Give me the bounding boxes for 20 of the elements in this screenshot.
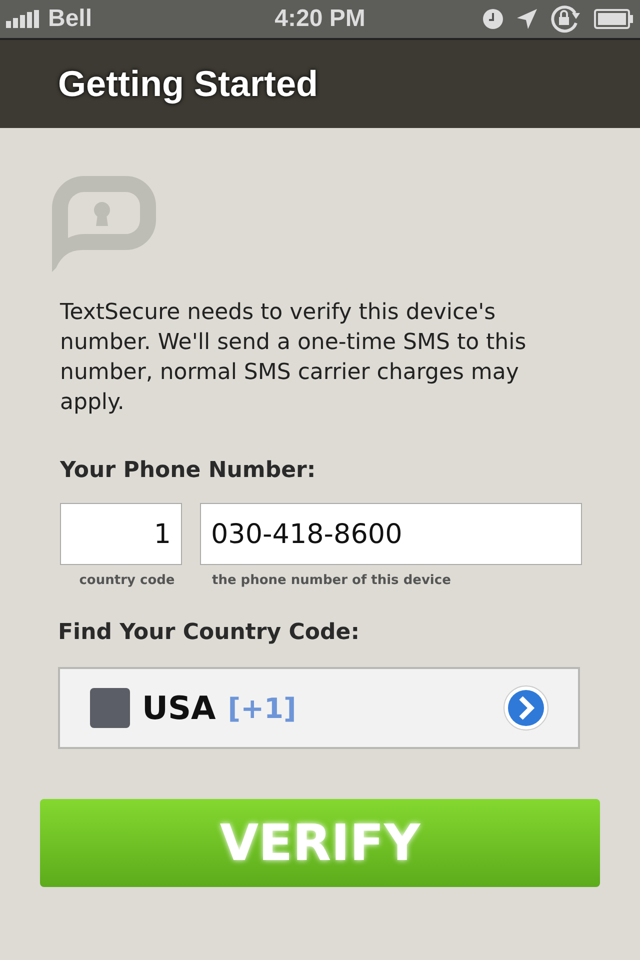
signal-icon: [6, 10, 40, 28]
country-code-field[interactable]: 1: [60, 503, 182, 565]
country-name: USA: [142, 689, 216, 727]
field-caption: country code: [78, 573, 175, 588]
rotation-lock-icon: [550, 5, 582, 33]
phone-number-field[interactable]: 030-418-8600: [200, 503, 582, 565]
carrier-name: Bell: [48, 5, 92, 33]
country-dial-code: [+1]: [228, 692, 296, 724]
battery-icon: [594, 9, 634, 29]
location-arrow-icon: [516, 8, 538, 30]
status-time: 4:20 PM: [274, 5, 366, 33]
flag-placeholder-icon: [90, 688, 130, 728]
intro-text: TextSecure needs to verify this device's number. We'll send a one-time SMS to this number, normal SMS carrier charges may apply.: [60, 299, 528, 417]
clock-icon: [482, 8, 504, 30]
field-caption: the phone number of this device: [211, 573, 451, 588]
country-selector[interactable]: USA [+1]: [58, 667, 580, 749]
section-heading: Your Phone Number:: [60, 458, 317, 483]
chevron-right-icon: [502, 684, 550, 732]
section-heading: Find Your Country Code:: [58, 620, 361, 645]
nav-title: Getting Started: [58, 63, 318, 105]
